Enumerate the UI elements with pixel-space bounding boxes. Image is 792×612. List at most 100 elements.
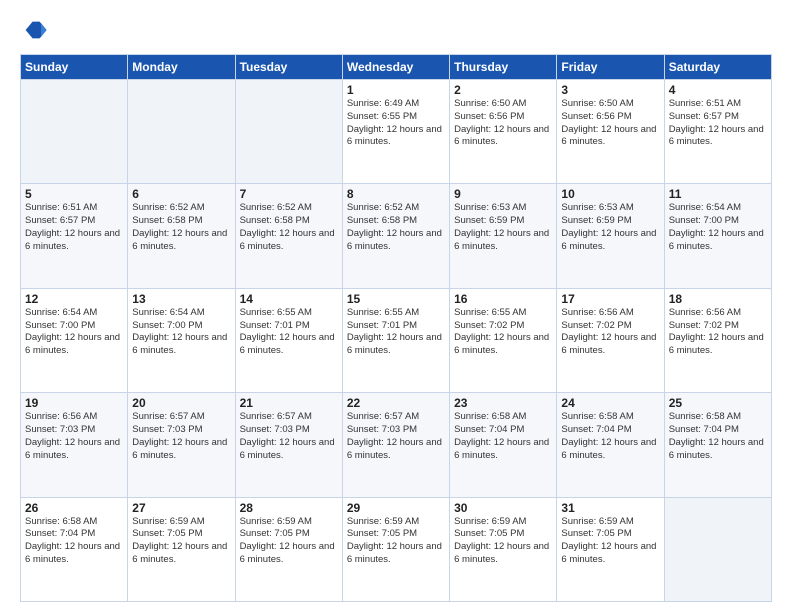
calendar-cell: 31Sunrise: 6:59 AM Sunset: 7:05 PM Dayli… [557,497,664,601]
day-info: Sunrise: 6:55 AM Sunset: 7:02 PM Dayligh… [454,307,552,358]
calendar-cell: 24Sunrise: 6:58 AM Sunset: 7:04 PM Dayli… [557,393,664,497]
day-number: 29 [347,501,445,515]
weekday-header-friday: Friday [557,55,664,80]
day-number: 13 [132,292,230,306]
weekday-header-tuesday: Tuesday [235,55,342,80]
day-info: Sunrise: 6:56 AM Sunset: 7:02 PM Dayligh… [561,307,659,358]
calendar-cell: 17Sunrise: 6:56 AM Sunset: 7:02 PM Dayli… [557,288,664,392]
day-info: Sunrise: 6:55 AM Sunset: 7:01 PM Dayligh… [240,307,338,358]
page: SundayMondayTuesdayWednesdayThursdayFrid… [0,0,792,612]
day-info: Sunrise: 6:52 AM Sunset: 6:58 PM Dayligh… [347,202,445,253]
calendar-cell: 2Sunrise: 6:50 AM Sunset: 6:56 PM Daylig… [450,80,557,184]
day-info: Sunrise: 6:57 AM Sunset: 7:03 PM Dayligh… [347,411,445,462]
day-number: 14 [240,292,338,306]
calendar-cell: 16Sunrise: 6:55 AM Sunset: 7:02 PM Dayli… [450,288,557,392]
calendar-cell: 4Sunrise: 6:51 AM Sunset: 6:57 PM Daylig… [664,80,771,184]
day-number: 9 [454,187,552,201]
day-number: 23 [454,396,552,410]
day-info: Sunrise: 6:58 AM Sunset: 7:04 PM Dayligh… [25,516,123,567]
day-info: Sunrise: 6:52 AM Sunset: 6:58 PM Dayligh… [132,202,230,253]
day-number: 16 [454,292,552,306]
calendar-cell: 14Sunrise: 6:55 AM Sunset: 7:01 PM Dayli… [235,288,342,392]
day-number: 15 [347,292,445,306]
day-info: Sunrise: 6:51 AM Sunset: 6:57 PM Dayligh… [669,98,767,149]
weekday-header-thursday: Thursday [450,55,557,80]
day-info: Sunrise: 6:50 AM Sunset: 6:56 PM Dayligh… [561,98,659,149]
logo-area [20,16,52,44]
calendar-cell: 15Sunrise: 6:55 AM Sunset: 7:01 PM Dayli… [342,288,449,392]
day-number: 25 [669,396,767,410]
day-number: 31 [561,501,659,515]
calendar-cell: 10Sunrise: 6:53 AM Sunset: 6:59 PM Dayli… [557,184,664,288]
day-number: 5 [25,187,123,201]
weekday-header-saturday: Saturday [664,55,771,80]
day-info: Sunrise: 6:56 AM Sunset: 7:02 PM Dayligh… [669,307,767,358]
day-info: Sunrise: 6:54 AM Sunset: 7:00 PM Dayligh… [669,202,767,253]
day-number: 10 [561,187,659,201]
day-info: Sunrise: 6:51 AM Sunset: 6:57 PM Dayligh… [25,202,123,253]
day-info: Sunrise: 6:55 AM Sunset: 7:01 PM Dayligh… [347,307,445,358]
calendar-week-3: 12Sunrise: 6:54 AM Sunset: 7:00 PM Dayli… [21,288,772,392]
day-info: Sunrise: 6:58 AM Sunset: 7:04 PM Dayligh… [561,411,659,462]
calendar-week-5: 26Sunrise: 6:58 AM Sunset: 7:04 PM Dayli… [21,497,772,601]
day-info: Sunrise: 6:53 AM Sunset: 6:59 PM Dayligh… [454,202,552,253]
weekday-header-row: SundayMondayTuesdayWednesdayThursdayFrid… [21,55,772,80]
day-number: 21 [240,396,338,410]
day-info: Sunrise: 6:53 AM Sunset: 6:59 PM Dayligh… [561,202,659,253]
day-number: 1 [347,83,445,97]
calendar-cell: 18Sunrise: 6:56 AM Sunset: 7:02 PM Dayli… [664,288,771,392]
calendar-cell: 3Sunrise: 6:50 AM Sunset: 6:56 PM Daylig… [557,80,664,184]
day-info: Sunrise: 6:52 AM Sunset: 6:58 PM Dayligh… [240,202,338,253]
calendar-week-2: 5Sunrise: 6:51 AM Sunset: 6:57 PM Daylig… [21,184,772,288]
calendar-cell: 5Sunrise: 6:51 AM Sunset: 6:57 PM Daylig… [21,184,128,288]
day-number: 11 [669,187,767,201]
calendar-cell: 19Sunrise: 6:56 AM Sunset: 7:03 PM Dayli… [21,393,128,497]
day-info: Sunrise: 6:54 AM Sunset: 7:00 PM Dayligh… [132,307,230,358]
day-info: Sunrise: 6:49 AM Sunset: 6:55 PM Dayligh… [347,98,445,149]
calendar-cell: 1Sunrise: 6:49 AM Sunset: 6:55 PM Daylig… [342,80,449,184]
calendar-cell: 7Sunrise: 6:52 AM Sunset: 6:58 PM Daylig… [235,184,342,288]
day-info: Sunrise: 6:50 AM Sunset: 6:56 PM Dayligh… [454,98,552,149]
weekday-header-monday: Monday [128,55,235,80]
day-number: 26 [25,501,123,515]
calendar-cell: 9Sunrise: 6:53 AM Sunset: 6:59 PM Daylig… [450,184,557,288]
calendar-cell: 20Sunrise: 6:57 AM Sunset: 7:03 PM Dayli… [128,393,235,497]
day-info: Sunrise: 6:58 AM Sunset: 7:04 PM Dayligh… [454,411,552,462]
calendar-cell: 26Sunrise: 6:58 AM Sunset: 7:04 PM Dayli… [21,497,128,601]
calendar-cell [664,497,771,601]
day-info: Sunrise: 6:57 AM Sunset: 7:03 PM Dayligh… [132,411,230,462]
calendar-cell: 28Sunrise: 6:59 AM Sunset: 7:05 PM Dayli… [235,497,342,601]
calendar-cell: 11Sunrise: 6:54 AM Sunset: 7:00 PM Dayli… [664,184,771,288]
day-number: 8 [347,187,445,201]
day-number: 20 [132,396,230,410]
day-info: Sunrise: 6:59 AM Sunset: 7:05 PM Dayligh… [454,516,552,567]
calendar-cell: 13Sunrise: 6:54 AM Sunset: 7:00 PM Dayli… [128,288,235,392]
day-number: 22 [347,396,445,410]
day-info: Sunrise: 6:57 AM Sunset: 7:03 PM Dayligh… [240,411,338,462]
weekday-header-wednesday: Wednesday [342,55,449,80]
calendar-cell [21,80,128,184]
day-number: 18 [669,292,767,306]
calendar-cell: 6Sunrise: 6:52 AM Sunset: 6:58 PM Daylig… [128,184,235,288]
calendar-cell: 25Sunrise: 6:58 AM Sunset: 7:04 PM Dayli… [664,393,771,497]
day-number: 30 [454,501,552,515]
day-number: 6 [132,187,230,201]
day-number: 7 [240,187,338,201]
day-info: Sunrise: 6:59 AM Sunset: 7:05 PM Dayligh… [347,516,445,567]
calendar-cell: 27Sunrise: 6:59 AM Sunset: 7:05 PM Dayli… [128,497,235,601]
calendar-cell: 23Sunrise: 6:58 AM Sunset: 7:04 PM Dayli… [450,393,557,497]
day-number: 17 [561,292,659,306]
calendar-cell: 30Sunrise: 6:59 AM Sunset: 7:05 PM Dayli… [450,497,557,601]
day-info: Sunrise: 6:59 AM Sunset: 7:05 PM Dayligh… [132,516,230,567]
day-number: 28 [240,501,338,515]
calendar-cell: 29Sunrise: 6:59 AM Sunset: 7:05 PM Dayli… [342,497,449,601]
calendar-cell: 8Sunrise: 6:52 AM Sunset: 6:58 PM Daylig… [342,184,449,288]
calendar-table: SundayMondayTuesdayWednesdayThursdayFrid… [20,54,772,602]
day-number: 4 [669,83,767,97]
day-number: 24 [561,396,659,410]
day-info: Sunrise: 6:54 AM Sunset: 7:00 PM Dayligh… [25,307,123,358]
calendar-cell: 22Sunrise: 6:57 AM Sunset: 7:03 PM Dayli… [342,393,449,497]
day-number: 12 [25,292,123,306]
day-info: Sunrise: 6:59 AM Sunset: 7:05 PM Dayligh… [240,516,338,567]
day-number: 19 [25,396,123,410]
